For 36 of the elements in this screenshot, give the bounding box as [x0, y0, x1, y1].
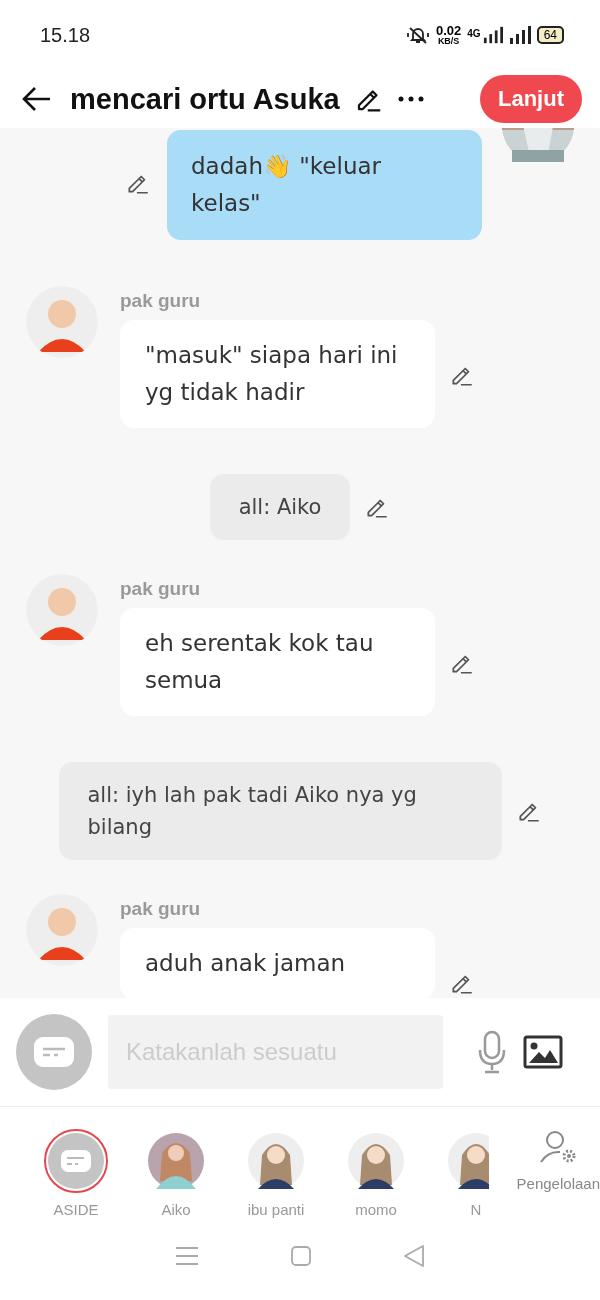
character-tab[interactable]: Aiko — [133, 1129, 219, 1218]
avatar-icon — [26, 894, 98, 966]
character-name: pak guru — [120, 290, 202, 312]
character-tab[interactable]: ibu panti — [233, 1129, 319, 1218]
avatar-icon — [248, 1133, 304, 1189]
avatar-icon — [448, 1133, 489, 1189]
message-bubble: "masuk" siapa hari ini yg tidak hadir — [120, 320, 435, 428]
manage-button[interactable]: Pengelolaan — [516, 1129, 600, 1192]
story-title: mencari ortu Asuka — [70, 82, 340, 116]
character-tab[interactable]: momo — [333, 1129, 419, 1218]
image-icon[interactable] — [523, 1035, 563, 1069]
signal-icon — [508, 26, 531, 44]
avatar-icon — [348, 1133, 404, 1189]
avatar-icon — [26, 286, 98, 358]
speed-text: 0.02 — [436, 24, 462, 37]
back-icon[interactable] — [22, 86, 52, 112]
character-name: pak guru — [120, 578, 202, 600]
aside-bubble: all: iyh lah pak tadi Aiko nya yg bilang — [58, 762, 502, 860]
microphone-icon[interactable] — [477, 1030, 507, 1074]
message-bubble: eh serentak kok tau semua — [120, 608, 435, 716]
character-tab[interactable]: N — [433, 1129, 489, 1218]
next-button[interactable]: Lanjut — [480, 75, 582, 123]
note-icon — [34, 1037, 74, 1067]
character-name: pak guru — [120, 898, 202, 920]
message-bubble: aduh anak jaman — [120, 928, 435, 998]
message-bubble: dadah👋 "keluar kelas" — [167, 130, 482, 240]
aside-bubble: all: Aiko — [209, 474, 351, 540]
avatar-icon — [26, 574, 98, 646]
battery-indicator: 64 — [536, 26, 564, 44]
signal-icon — [482, 26, 503, 44]
mute-icon — [406, 25, 430, 45]
network-text: 4G — [467, 28, 481, 39]
more-icon[interactable] — [397, 95, 424, 103]
aside-icon — [48, 1133, 104, 1189]
clock-text: 15.18 — [40, 23, 91, 47]
speed-unit-text: KB/S — [437, 37, 460, 46]
